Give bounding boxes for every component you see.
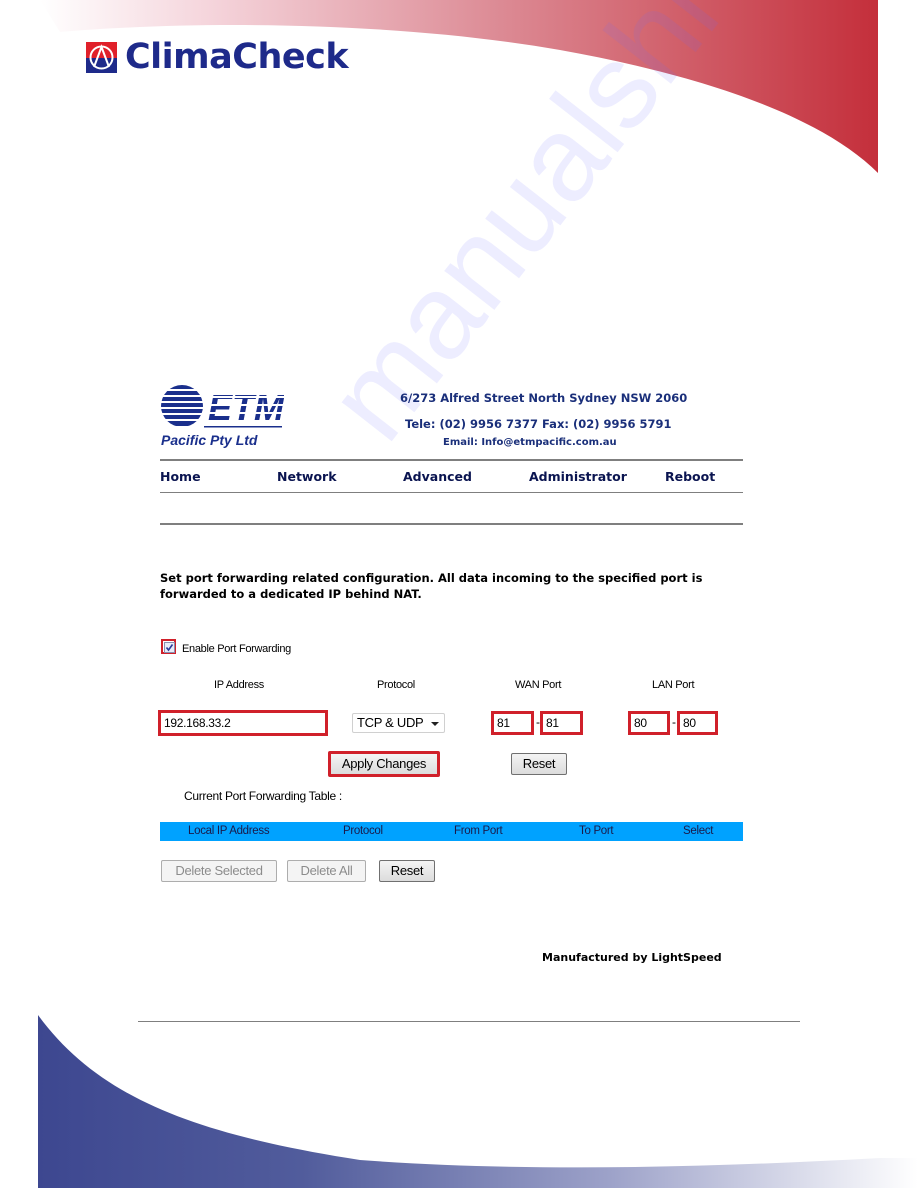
delete-selected-button[interactable]: Delete Selected <box>161 860 277 882</box>
table-header-protocol: Protocol <box>343 825 383 837</box>
manufacturer-footer: Manufactured by LightSpeed <box>542 951 722 964</box>
nav-administrator[interactable]: Administrator <box>529 469 627 484</box>
content-divider <box>160 523 743 525</box>
climacheck-logo: ClimaCheck <box>86 37 349 77</box>
nav-bottom-divider <box>160 492 743 493</box>
lan-port-separator: - <box>672 715 676 729</box>
vendor-phone: Tele: (02) 9956 7377 Fax: (02) 9956 5791 <box>405 417 672 431</box>
nav-home[interactable]: Home <box>160 469 201 484</box>
etm-logo: ETM <box>160 384 285 433</box>
nav-network[interactable]: Network <box>277 469 337 484</box>
table-reset-button[interactable]: Reset <box>379 860 435 882</box>
lan-port-label: LAN Port <box>652 679 695 691</box>
chevron-down-icon <box>431 722 439 726</box>
vendor-address: 6/273 Alfred Street North Sydney NSW 206… <box>400 391 688 405</box>
lan-port-to-input[interactable]: 80 <box>677 711 718 735</box>
enable-port-forwarding-label: Enable Port Forwarding <box>182 643 291 655</box>
lan-port-from-input[interactable]: 80 <box>628 711 670 735</box>
nav-top-divider <box>160 459 743 461</box>
climacheck-logo-icon <box>86 42 117 73</box>
delete-all-button[interactable]: Delete All <box>287 860 366 882</box>
wan-port-to-input[interactable]: 81 <box>540 711 583 735</box>
protocol-label: Protocol <box>377 679 415 691</box>
ip-address-label: IP Address <box>214 679 264 691</box>
wan-port-from-input[interactable]: 81 <box>491 711 534 735</box>
enable-port-forwarding-checkbox[interactable] <box>161 639 176 654</box>
nav-advanced[interactable]: Advanced <box>403 469 472 484</box>
ip-address-input[interactable]: 192.168.33.2 <box>158 710 328 736</box>
wan-port-label: WAN Port <box>515 679 562 691</box>
forwarding-table-header: Local IP Address Protocol From Port To P… <box>160 822 743 841</box>
protocol-select-value: TCP & UDP <box>357 715 424 730</box>
apply-changes-button[interactable]: Apply Changes <box>328 751 440 777</box>
protocol-select[interactable]: TCP & UDP <box>352 713 445 733</box>
checkmark-icon <box>164 642 175 653</box>
vendor-email: Email: Info@etmpacific.com.au <box>443 437 617 448</box>
brand-name: ClimaCheck <box>125 37 349 77</box>
etm-logo-text: ETM <box>208 387 284 428</box>
table-header-from-port: From Port <box>454 825 503 837</box>
vendor-subtitle: Pacific Pty Ltd <box>161 432 258 448</box>
page-footer-divider <box>138 1021 800 1022</box>
forwarding-table-title: Current Port Forwarding Table : <box>184 789 342 803</box>
table-header-select: Select <box>683 825 714 837</box>
table-header-local-ip: Local IP Address <box>188 825 270 837</box>
page-description: Set port forwarding related configuratio… <box>160 571 703 601</box>
nav-reboot[interactable]: Reboot <box>665 469 715 484</box>
table-header-to-port: To Port <box>579 825 614 837</box>
reset-button[interactable]: Reset <box>511 753 567 775</box>
